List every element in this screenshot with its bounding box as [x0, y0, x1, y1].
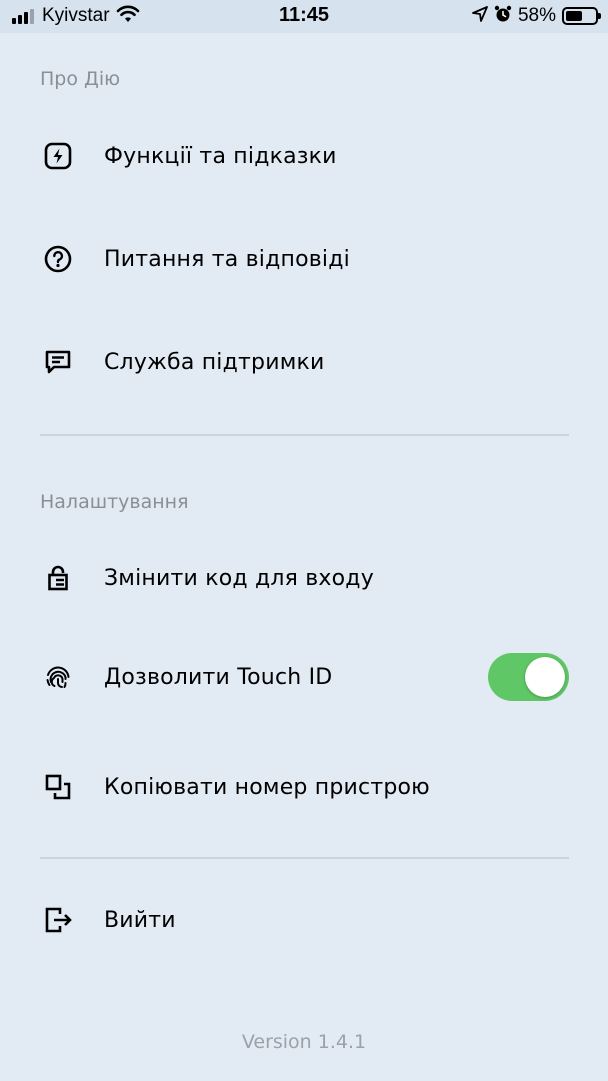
- menu-item-support-label: Служба підтримки: [104, 349, 325, 375]
- flash-icon: [41, 139, 75, 173]
- menu-item-logout[interactable]: Вийти: [0, 888, 608, 952]
- divider: [40, 857, 569, 859]
- chat-icon: [41, 345, 75, 379]
- menu-item-logout-label: Вийти: [104, 907, 176, 933]
- status-right: 58%: [472, 5, 601, 28]
- battery-icon: [562, 7, 601, 25]
- touch-id-toggle[interactable]: [488, 653, 569, 701]
- section-title-settings: Налаштування: [40, 491, 189, 513]
- menu-item-support[interactable]: Служба підтримки: [0, 330, 608, 394]
- menu-item-touch-id: Дозволити Touch ID: [0, 645, 608, 709]
- divider: [40, 434, 569, 436]
- menu-item-faq-label: Питання та відповіді: [104, 246, 350, 272]
- status-bar: Kyivstar 11:45 58%: [0, 0, 608, 33]
- menu-item-features[interactable]: Функції та підказки: [0, 124, 608, 188]
- menu-item-faq[interactable]: Питання та відповіді: [0, 227, 608, 291]
- location-arrow-icon: [472, 5, 488, 27]
- menu-item-touch-id-label: Дозволити Touch ID: [104, 664, 333, 690]
- menu-item-copy-device[interactable]: Копіювати номер пристрою: [0, 755, 608, 819]
- lock-icon: [41, 561, 75, 595]
- copy-icon: [41, 770, 75, 804]
- question-icon: [41, 242, 75, 276]
- menu-item-change-code-label: Змінити код для входу: [104, 565, 374, 591]
- menu-item-features-label: Функції та підказки: [104, 143, 337, 169]
- toggle-knob: [525, 657, 565, 697]
- battery-percent: 58%: [517, 5, 556, 26]
- fingerprint-icon: [41, 660, 75, 694]
- logout-icon: [41, 903, 75, 937]
- section-title-about: Про Дію: [40, 68, 121, 90]
- menu-item-change-code[interactable]: Змінити код для входу: [0, 546, 608, 610]
- menu-item-copy-device-label: Копіювати номер пристрою: [104, 774, 430, 800]
- alarm-icon: [494, 5, 512, 28]
- version-label: Version 1.4.1: [241, 1031, 367, 1053]
